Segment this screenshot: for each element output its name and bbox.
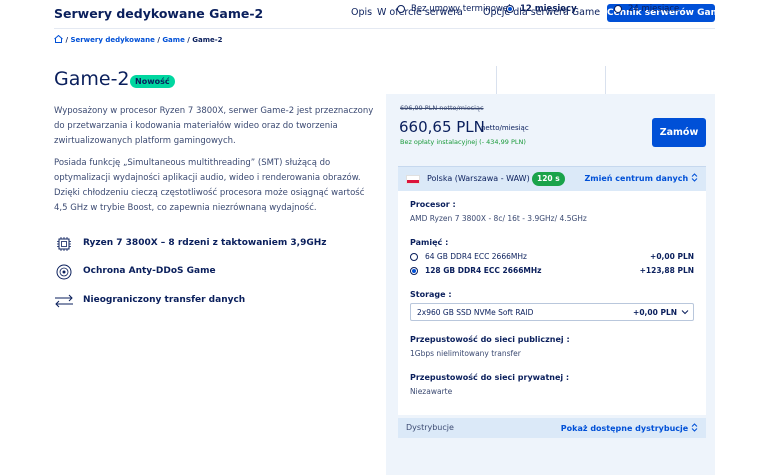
radio-icon[interactable]: [410, 253, 418, 261]
ram-option-name: 128 GB DDR4 ECC 2666MHz: [425, 266, 542, 275]
setup-fee-note: Bez opłaty instalacyjnej (- 434,99 PLN): [400, 138, 526, 146]
nav-divider: [54, 28, 715, 29]
cpu-value: AMD Ryzen 7 3800X - 8c/ 16t - 3.9GHz/ 4.…: [410, 214, 587, 223]
storage-price: +0,00 PLN: [633, 308, 677, 317]
public-bandwidth-label: Przepustowość do sieci publicznej :: [410, 335, 570, 344]
chevron-updown-icon: [691, 423, 698, 432]
storage-select[interactable]: 2x960 GB SSD NVMe Soft RAID +0,00 PLN: [410, 303, 694, 321]
change-datacenter-label: Zmień centrum danych: [584, 174, 689, 183]
shield-icon: [54, 264, 74, 280]
current-price: 660,65 PLN: [399, 118, 485, 136]
public-bandwidth-value: 1Gbps nielimitowany transfer: [410, 349, 521, 358]
new-badge: Nowość: [130, 75, 175, 88]
product-description-1: Wyposażony w procesor Ryzen 7 3800X, ser…: [54, 106, 374, 146]
show-distributions-label: Pokaż dostępne dystrybucje: [560, 424, 689, 433]
page-title: Game-2: [54, 68, 130, 90]
cpu-icon: [54, 236, 74, 252]
commitment-tabs: [386, 66, 715, 94]
feature-label: Ochrona Anty-DDoS Game: [83, 266, 216, 276]
radio-icon[interactable]: [614, 5, 622, 13]
feature-label: Nieograniczony transfer danych: [83, 295, 246, 305]
distributions-label: Dystrybucje: [406, 423, 454, 432]
storage-value: 2x960 GB SSD NVMe Soft RAID: [417, 308, 534, 317]
tab-label: 12 miesięcy: [520, 4, 577, 14]
distributions-row: Dystrybucje Pokaż dostępne dystrybucje: [398, 418, 706, 438]
delivery-time-badge: 120 s: [532, 172, 565, 186]
datacenter-row: Polska (Warszawa - WAW) 120 s Zmień cent…: [398, 166, 706, 191]
config-block: Procesor : AMD Ryzen 7 3800X - 8c/ 16t -…: [398, 191, 706, 415]
tab-divider: [605, 66, 606, 94]
feature-label: Ryzen 7 3800X – 8 rdzeni z taktowaniem 3…: [83, 238, 327, 248]
ram-option-name: 64 GB DDR4 ECC 2666MHz: [425, 252, 527, 261]
ram-option-price: +0,00 PLN: [650, 252, 694, 261]
chevron-updown-icon: [691, 173, 698, 182]
breadcrumb-sep: /: [187, 36, 190, 44]
price-unit: netto/miesiąc: [481, 124, 529, 132]
tab-divider: [496, 66, 497, 94]
brand-title: Serwery dedykowane Game-2: [54, 6, 264, 21]
breadcrumb-sep: /: [65, 36, 68, 44]
breadcrumb-item-game[interactable]: Game: [162, 36, 185, 44]
ram-label: Pamięć :: [410, 238, 449, 247]
product-description-2: Posiada funkcję „Simultaneous multithrea…: [54, 158, 365, 213]
breadcrumb-sep: /: [157, 36, 160, 44]
private-bandwidth-label: Przepustowość do sieci prywatnej :: [410, 373, 570, 382]
old-price: 696,99 PLN netto/miesiąc: [400, 104, 484, 112]
show-distributions-link[interactable]: Pokaż dostępne dystrybucje: [561, 423, 698, 433]
chevron-down-icon: [681, 308, 689, 316]
datacenter-name: Polska (Warszawa - WAW): [427, 174, 530, 183]
radio-selected-icon[interactable]: [410, 267, 418, 275]
breadcrumb-item-current: Game-2: [192, 36, 223, 44]
change-datacenter-link[interactable]: Zmień centrum danych: [584, 173, 698, 183]
private-bandwidth-value: Niezawarte: [410, 387, 453, 396]
home-icon[interactable]: [54, 35, 63, 43]
tab-label: 24 miesiące: [628, 4, 680, 14]
ram-option-128gb[interactable]: 128 GB DDR4 ECC 2666MHz +123,88 PLN: [410, 266, 694, 278]
radio-icon[interactable]: [397, 5, 405, 13]
tab-label: Bez umowy terminowej: [411, 4, 511, 14]
radio-selected-icon[interactable]: [506, 5, 514, 13]
breadcrumb-item-dedicated[interactable]: Serwery dedykowane: [70, 36, 154, 44]
breadcrumb: / Serwery dedykowane / Game / Game-2: [54, 35, 223, 44]
ram-option-price: +123,88 PLN: [639, 266, 694, 275]
order-button[interactable]: Zamów: [652, 118, 706, 147]
storage-label: Storage :: [410, 290, 452, 299]
cpu-label: Procesor :: [410, 200, 456, 209]
ram-option-64gb[interactable]: 64 GB DDR4 ECC 2666MHz +0,00 PLN: [410, 252, 694, 264]
poland-flag-icon: [406, 175, 420, 184]
nav-link-opis[interactable]: Opis: [351, 7, 372, 18]
transfer-arrows-icon: [54, 293, 74, 309]
